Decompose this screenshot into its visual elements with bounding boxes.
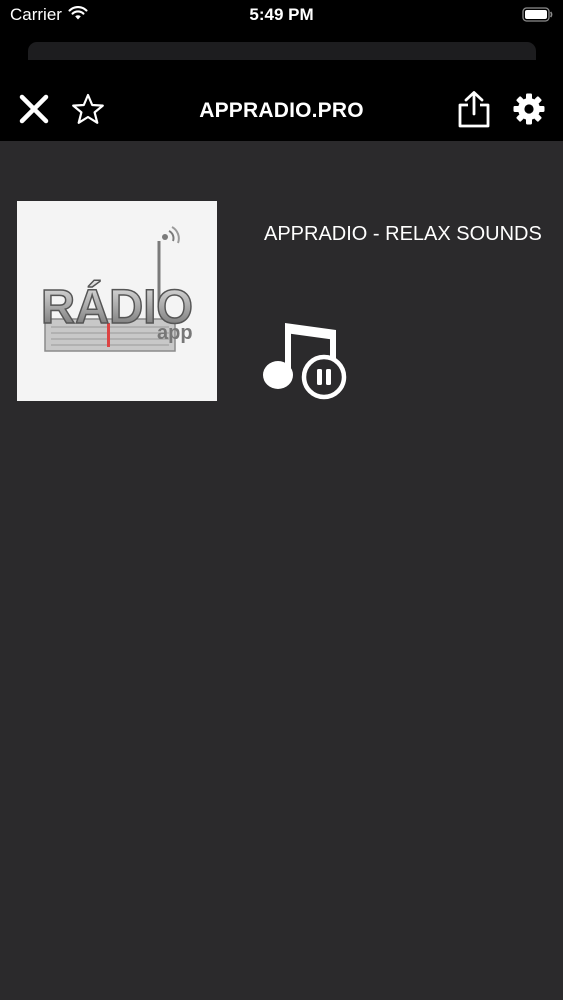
status-time: 5:49 PM — [249, 5, 314, 24]
battery-icon — [522, 7, 554, 27]
station-artwork: RÁDIO app — [17, 201, 217, 401]
radio-app-logo: RÁDIO app — [17, 201, 217, 401]
artwork-logo-subtext: app — [157, 322, 193, 344]
music-note-pause-icon — [262, 323, 352, 406]
gear-icon — [512, 92, 546, 131]
toolbar: APPRADIO.PRO — [0, 85, 563, 135]
share-icon — [457, 90, 491, 133]
station-name: APPRADIO - RELAX SOUNDS — [264, 223, 542, 245]
header-area: Carrier 5:49 PM APPRADIO.PRO — [0, 0, 563, 141]
status-bar: Carrier 5:49 PM — [0, 0, 563, 30]
settings-button[interactable] — [511, 93, 547, 129]
play-pause-button[interactable] — [262, 320, 352, 402]
search-bar-remnant — [28, 42, 536, 60]
share-button[interactable] — [456, 90, 492, 129]
